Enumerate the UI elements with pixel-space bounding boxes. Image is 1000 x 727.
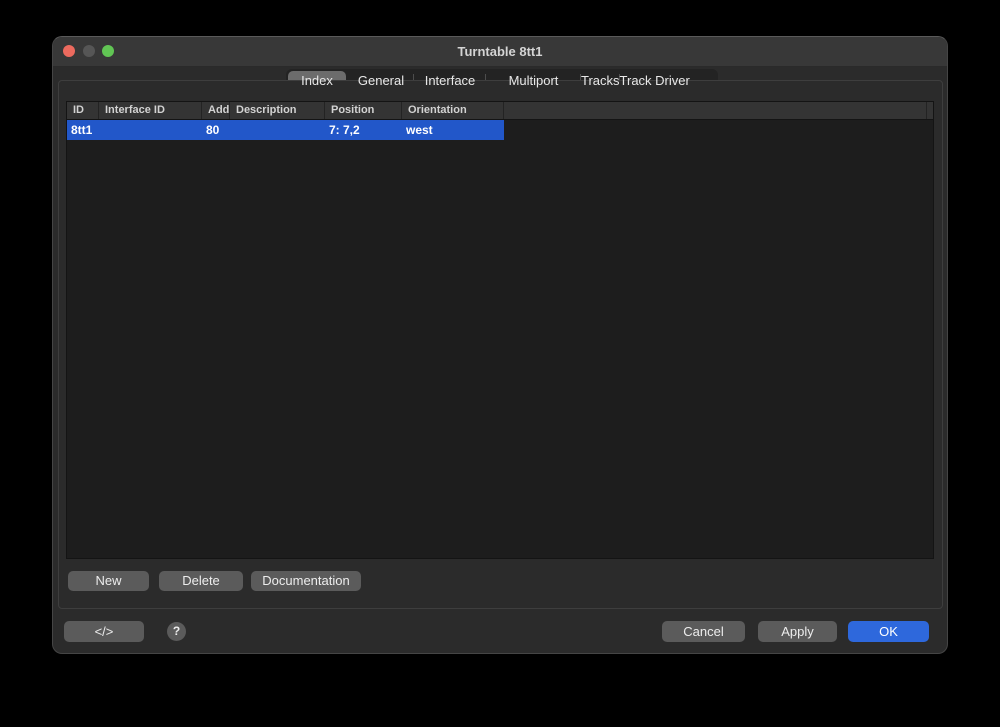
delete-button[interactable]: Delete <box>159 571 243 591</box>
cancel-button[interactable]: Cancel <box>662 621 745 642</box>
apply-button[interactable]: Apply <box>758 621 837 642</box>
cell-description <box>230 120 325 140</box>
tab-label: Track Driver <box>620 73 690 88</box>
column-header-interface-id[interactable]: Interface ID <box>99 102 202 119</box>
table-row[interactable]: 8tt1 80 7: 7,2west <box>67 120 933 140</box>
column-header-add[interactable]: Add <box>202 102 230 119</box>
titlebar: Turntable 8tt1 <box>53 37 947 67</box>
tab-label: Interface <box>425 73 476 88</box>
turntable-dialog: Turntable 8tt1 Index General Interface Mult… <box>52 36 948 654</box>
tab-label: General <box>358 73 404 88</box>
column-header-description[interactable]: Description <box>230 102 325 119</box>
column-header-position[interactable]: Position <box>325 102 402 119</box>
cell-orientation: west <box>402 120 504 140</box>
tab-label: Tracks <box>581 73 620 88</box>
ok-button[interactable]: OK <box>848 621 929 642</box>
cell-add: 80 <box>202 120 230 140</box>
cell-interface-id <box>99 120 202 140</box>
tab-label: Multiport <box>509 73 559 88</box>
column-header-cap <box>927 102 933 119</box>
tab-label: Index <box>301 73 333 88</box>
column-header-id[interactable]: ID <box>67 102 99 119</box>
documentation-button[interactable]: Documentation <box>251 571 361 591</box>
window-title: Turntable 8tt1 <box>53 37 947 66</box>
column-header-orientation[interactable]: Orientation <box>402 102 504 119</box>
table-header: IDInterface IDAddDescriptionPositionOrie… <box>67 102 933 120</box>
help-button[interactable]: ? <box>167 622 186 641</box>
cell-id: 8tt1 <box>67 120 99 140</box>
xml-code-button[interactable]: </> <box>64 621 144 642</box>
column-header-filler <box>504 102 927 119</box>
new-button[interactable]: New <box>68 571 149 591</box>
cell-position: 7: 7,2 <box>325 120 402 140</box>
table-body: 8tt1 80 7: 7,2west <box>67 120 933 140</box>
index-table: IDInterface IDAddDescriptionPositionOrie… <box>66 101 934 559</box>
